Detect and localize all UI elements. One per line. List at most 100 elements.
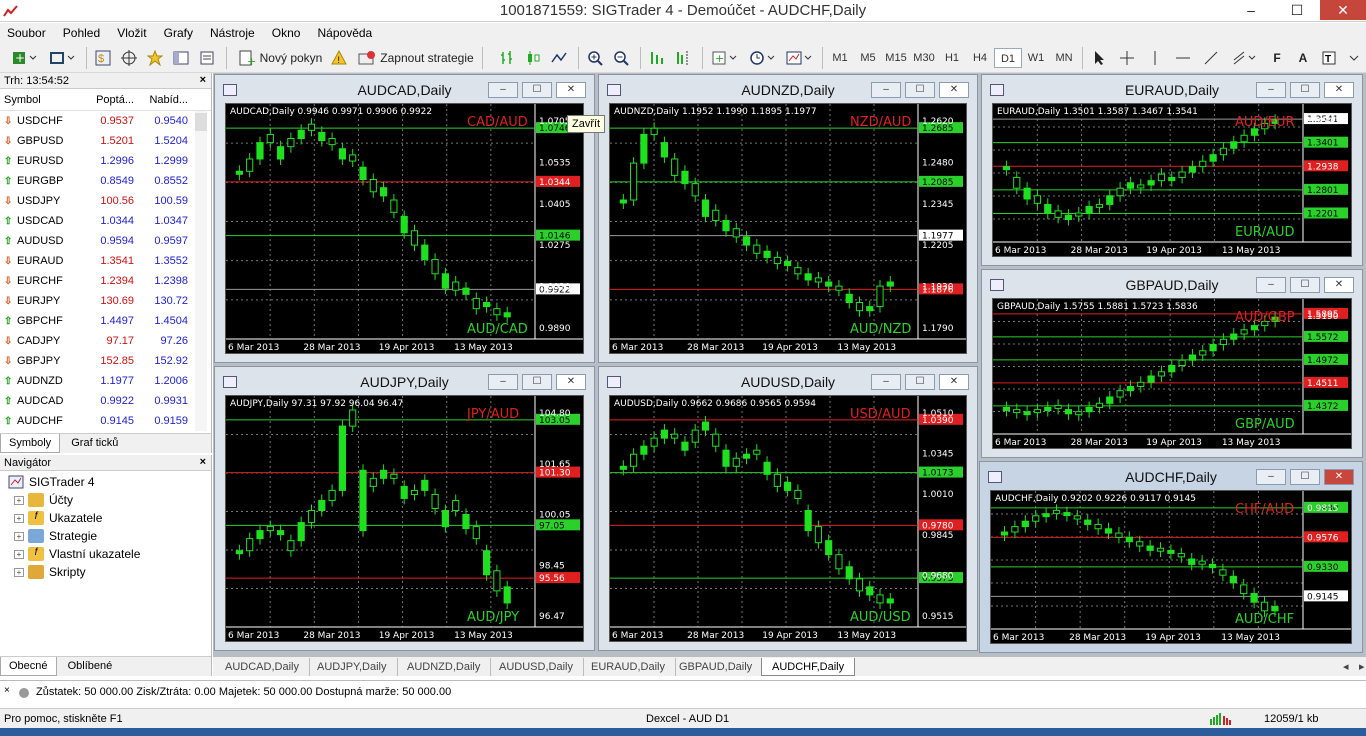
chart-maximize-button[interactable]: ☐	[1290, 82, 1320, 98]
scrollbar[interactable]	[195, 111, 207, 431]
chart-window-euraud[interactable]: EURAUD,Daily – ☐ ✕ 1.3541 1.3401 1.2938 1.2801 1…	[981, 74, 1363, 266]
profiles-button[interactable]	[46, 47, 80, 69]
text-tool-icon[interactable]: A	[1292, 47, 1314, 69]
market-row[interactable]: ⇧ GBPCHF 1.4497 1.4504	[0, 311, 211, 331]
chart-minimize-button[interactable]: –	[871, 374, 901, 390]
price-chart[interactable]: 1.2685 1.2085 1.1977 1.1876 1.2620 1.2480 1.23…	[609, 103, 967, 354]
chart-minimize-button[interactable]: –	[871, 82, 901, 98]
chart-close-button[interactable]: ✕	[556, 82, 586, 98]
timeframe-m30[interactable]: M30	[910, 48, 938, 68]
menu-help[interactable]: Nápověda	[311, 23, 380, 43]
zoom-out-icon[interactable]	[610, 47, 632, 69]
timeframe-h1[interactable]: H1	[938, 48, 966, 68]
market-row[interactable]: ⇧ USDCAD 1.0344 1.0347	[0, 211, 211, 231]
market-row[interactable]: ⇩ GBPJPY 152.85 152.92	[0, 351, 211, 371]
chart-window-audusd[interactable]: AUDUSD,Daily – ☐ ✕ 1.0390 1.0173 0.9780 0.9573 1…	[598, 366, 978, 651]
horizontal-line-icon[interactable]	[1172, 47, 1194, 69]
close-terminal-icon[interactable]: ×	[4, 685, 10, 696]
chart-shift-icon[interactable]	[672, 47, 694, 69]
market-row[interactable]: ⇩ USDJPY 100.56 100.59	[0, 191, 211, 211]
line-chart-icon[interactable]	[548, 47, 570, 69]
market-row[interactable]: ⇩ CADJPY 97.17 97.26	[0, 331, 211, 351]
tab-gbpaud[interactable]: GBPAUD,Daily	[669, 658, 764, 676]
indicators-button[interactable]: +	[708, 47, 742, 69]
tab-audusd[interactable]: AUDUSD,Daily	[489, 658, 584, 676]
chart-window-audnzd[interactable]: AUDNZD,Daily – ☐ ✕ 1.2685 1.2085 1.1977 1.1876 1…	[598, 74, 978, 363]
timeframe-mn[interactable]: MN	[1050, 48, 1078, 68]
nav-root[interactable]: SIGTrader 4	[0, 473, 211, 491]
templates-button[interactable]	[782, 47, 816, 69]
market-row[interactable]: ⇧ EURGBP 0.8549 0.8552	[0, 171, 211, 191]
price-chart[interactable]: 0.9930 0.9576 0.9330 0.9145 0.9815 AUDCHF,Dai…	[990, 490, 1352, 644]
tester-icon[interactable]	[196, 47, 218, 69]
menu-view[interactable]: Pohled	[56, 23, 107, 43]
chart-close-button[interactable]: ✕	[1324, 277, 1354, 293]
chart-minimize-button[interactable]: –	[1256, 277, 1286, 293]
market-watch-icon[interactable]: $	[92, 47, 114, 69]
price-chart[interactable]: 1.3541 1.3401 1.2938 1.2801 1.2201 1.2590 EURA…	[992, 103, 1352, 257]
chart-minimize-button[interactable]: –	[1256, 469, 1286, 485]
menu-file[interactable]: Soubor	[0, 23, 53, 43]
close-panel-icon[interactable]: ×	[200, 456, 206, 468]
zoom-in-icon[interactable]	[584, 47, 606, 69]
chart-close-button[interactable]: ✕	[939, 374, 969, 390]
nav-accounts[interactable]: + Účty	[0, 491, 211, 509]
new-chart-button[interactable]: +	[8, 47, 42, 69]
menu-window[interactable]: Okno	[265, 23, 308, 43]
tab-general[interactable]: Obecné	[0, 657, 57, 676]
market-row[interactable]: ⇧ AUDNZD 1.1977 1.2006	[0, 371, 211, 391]
tab-audcad[interactable]: AUDCAD,Daily	[215, 658, 310, 676]
menu-insert[interactable]: Vložit	[110, 23, 153, 43]
col-ask[interactable]: Nabíd...	[134, 94, 188, 106]
chart-maximize-button[interactable]: ☐	[522, 82, 552, 98]
channels-button[interactable]	[1228, 47, 1262, 69]
tab-tick-chart[interactable]: Graf ticků	[63, 434, 126, 452]
chart-window-audchf[interactable]: AUDCHF,Daily – ☐ ✕ 0.9930 0.9576 0.9330 0.9145 0…	[979, 461, 1363, 653]
alert-icon[interactable]: !	[328, 47, 350, 69]
chart-maximize-button[interactable]: ☐	[522, 374, 552, 390]
tab-euraud[interactable]: EURAUD,Daily	[581, 658, 676, 676]
chart-window-gbpaud[interactable]: GBPAUD,Daily – ☐ ✕ 1.5895 1.5572 1.4972 1.4511 1…	[981, 269, 1363, 458]
price-chart[interactable]: 1.5895 1.5572 1.4972 1.4511 1.4372 1.5190 GBPA…	[992, 298, 1352, 449]
timeframe-m15[interactable]: M15	[882, 48, 910, 68]
chart-maximize-button[interactable]: ☐	[1290, 469, 1320, 485]
chart-close-button[interactable]: ✕	[556, 374, 586, 390]
col-symbol[interactable]: Symbol	[0, 94, 84, 106]
chart-minimize-button[interactable]: –	[488, 82, 518, 98]
price-chart[interactable]: 1.0746 1.0344 1.0146 0.9922 1.0705 1.0535 1.04…	[225, 103, 584, 354]
chart-close-button[interactable]: ✕	[939, 82, 969, 98]
cursor-icon[interactable]	[1088, 47, 1110, 69]
strategies-button[interactable]: Zapnout strategie	[356, 47, 476, 69]
nav-indicators[interactable]: + f Ukazatele	[0, 509, 211, 527]
menu-charts[interactable]: Grafy	[157, 23, 200, 43]
market-row[interactable]: ⇩ USDCHF 0.9537 0.9540	[0, 111, 211, 131]
bar-chart-icon[interactable]	[496, 47, 518, 69]
favorites-icon[interactable]	[144, 47, 166, 69]
terminal-icon[interactable]	[170, 47, 192, 69]
chart-maximize-button[interactable]: ☐	[1290, 277, 1320, 293]
price-chart[interactable]: 103.05 101.30 97.05 95.56 104.80 101.65 100.05…	[225, 395, 584, 642]
tab-symbols[interactable]: Symboly	[0, 434, 61, 453]
timeframe-w1[interactable]: W1	[1022, 48, 1050, 68]
timeframe-m5[interactable]: M5	[854, 48, 882, 68]
market-row[interactable]: ⇩ GBPUSD 1.5201 1.5204	[0, 131, 211, 151]
chart-window-audjpy[interactable]: AUDJPY,Daily – ☐ ✕ 103.05 101.30 97.05 95.56 104…	[214, 366, 595, 651]
tab-audnzd[interactable]: AUDNZD,Daily	[397, 658, 492, 676]
autoscroll-icon[interactable]	[646, 47, 668, 69]
minimize-button[interactable]: –	[1228, 0, 1274, 20]
chart-minimize-button[interactable]: –	[488, 374, 518, 390]
maximize-button[interactable]: ☐	[1274, 0, 1320, 20]
market-row[interactable]: ⇧ AUDUSD 0.9594 0.9597	[0, 231, 211, 251]
chart-close-button[interactable]: ✕	[1324, 469, 1354, 485]
chart-window-audcad[interactable]: AUDCAD,Daily – ☐ ✕ 1.0746 1.0344 1.0146 0.9922 1…	[214, 74, 595, 363]
chart-minimize-button[interactable]: –	[1256, 82, 1286, 98]
periods-button[interactable]	[746, 47, 780, 69]
timeframe-h4[interactable]: H4	[966, 48, 994, 68]
col-bid[interactable]: Poptá...	[84, 94, 134, 106]
candlestick-icon[interactable]	[522, 47, 544, 69]
chart-maximize-button[interactable]: ☐	[905, 374, 935, 390]
price-chart[interactable]: 1.0390 1.0173 0.9780 0.9573 1.0510 1.0345 1.00…	[609, 395, 967, 642]
tab-favorites[interactable]: Oblíbené	[60, 657, 121, 675]
tab-audjpy[interactable]: AUDJPY,Daily	[307, 658, 398, 676]
arrows-tool-icon[interactable]	[1344, 47, 1364, 69]
